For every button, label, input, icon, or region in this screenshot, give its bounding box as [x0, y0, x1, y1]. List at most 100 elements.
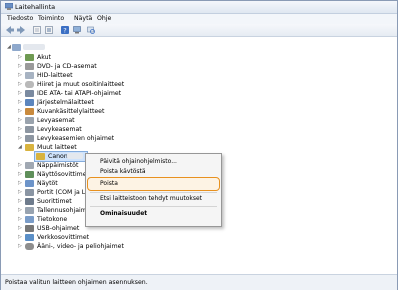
menu-uninstall[interactable]: Poista — [100, 180, 118, 187]
status-bar: Poistaa valitun laitteen ohjaimen asennu… — [1, 274, 397, 290]
floppy-drive-icon — [25, 126, 34, 133]
hid-icon — [25, 72, 34, 79]
menu-properties[interactable]: Ominaisuudet — [100, 210, 147, 217]
network-adapter-icon — [25, 234, 34, 241]
tree-item-label: Näytöt — [37, 179, 58, 187]
usb-icon — [25, 225, 34, 232]
mouse-icon — [25, 81, 34, 88]
storage-controller-icon — [25, 207, 34, 214]
tree-item-label: Tietokone — [37, 215, 68, 223]
expand-arrow-icon[interactable]: ▷ — [18, 135, 24, 142]
tree-item-label: Näyttösovittimet — [37, 170, 89, 178]
display-adapter-icon — [25, 171, 34, 178]
tree-item-label: Ääni-, video- ja peliohjaimet — [37, 242, 124, 250]
back-icon[interactable] — [6, 26, 14, 34]
tree-item-label: Akut — [37, 53, 51, 61]
expand-arrow-icon[interactable]: ▷ — [18, 171, 24, 178]
processor-icon — [25, 198, 34, 205]
toolbar: ? — [1, 24, 397, 37]
tree-item[interactable]: ▷ HID-laitteet — [1, 71, 301, 80]
menu-view[interactable]: Näytä — [74, 15, 92, 22]
tree-item-label: USB-ohjaimet — [37, 224, 80, 232]
tree-item-label: HID-laitteet — [37, 71, 73, 79]
device-manager-icon — [4, 2, 14, 10]
expand-arrow-icon[interactable]: ▷ — [18, 216, 24, 223]
device-model-redacted — [67, 153, 83, 159]
unknown-device-icon — [36, 153, 45, 160]
expand-arrow-icon[interactable]: ▷ — [18, 243, 24, 250]
menu-separator — [90, 206, 217, 207]
computer-name-redacted — [23, 44, 45, 50]
system-devices-icon — [25, 99, 34, 106]
svg-text:?: ? — [63, 27, 66, 34]
window-title: Laitehallinta — [15, 3, 56, 11]
other-devices-icon — [25, 144, 34, 151]
expand-arrow-icon[interactable]: ▷ — [18, 81, 24, 88]
floppy-controller-icon — [25, 135, 34, 142]
expand-arrow-icon[interactable]: ▷ — [18, 180, 24, 187]
expand-arrow-icon[interactable]: ▷ — [18, 189, 24, 196]
tree-item-label: DVD- ja CD-asemat — [37, 62, 97, 70]
expand-arrow-icon[interactable]: ▷ — [18, 198, 24, 205]
title-bar: Laitehallinta — [1, 1, 397, 14]
disk-drive-icon — [25, 117, 34, 124]
properties-icon[interactable] — [33, 26, 41, 34]
tree-item-label: IDE ATA- tai ATAPI-ohjaimet — [37, 89, 122, 97]
expand-arrow-icon[interactable]: ▷ — [18, 117, 24, 124]
expand-arrow-icon[interactable]: ▷ — [18, 63, 24, 70]
menu-help[interactable]: Ohje — [97, 15, 111, 22]
tree-item-label: Suorittimet — [37, 197, 72, 205]
tree-item-label: Levykeasemien ohjaimet — [37, 134, 115, 142]
tree-item-label: Näppäimistöt — [37, 161, 79, 169]
tree-item-label: Verkkosovittimet — [37, 233, 90, 241]
tree-item[interactable]: ▷ Kuvankäsittelylaitteet — [1, 107, 301, 116]
menu-disable[interactable]: Poista käytöstä — [100, 168, 146, 173]
menu-action[interactable]: Toiminto — [38, 15, 64, 22]
expand-arrow-icon[interactable]: ▷ — [18, 90, 24, 97]
imaging-device-icon — [25, 108, 34, 115]
menu-separator — [90, 192, 217, 193]
tree-item-label: Muut laitteet — [37, 143, 77, 151]
expand-arrow-icon[interactable]: ▷ — [18, 234, 24, 241]
tree-item[interactable]: ▷ Verkkosovittimet — [1, 233, 301, 242]
list-icon[interactable] — [45, 26, 53, 34]
expand-arrow-icon[interactable]: ▷ — [18, 72, 24, 79]
monitor-icon — [25, 180, 34, 187]
tree-child-label: Canon — [48, 152, 68, 160]
expand-arrow-icon[interactable]: ▷ — [18, 126, 24, 133]
menu-bar: Tiedosto Toiminto Näytä Ohje — [1, 14, 397, 24]
tree-item[interactable]: ▷ Hiiret ja muut osoitinlaitteet — [1, 80, 301, 89]
tree-item[interactable]: ▷ Akut — [1, 53, 301, 62]
tree-item-label: Portit (COM ja LP — [37, 188, 89, 196]
computer-icon[interactable] — [73, 26, 81, 34]
tree-root[interactable]: ◢ — [1, 43, 301, 52]
expand-arrow-icon[interactable]: ▷ — [18, 108, 24, 115]
keyboard-icon — [25, 162, 34, 169]
computer-icon — [12, 44, 21, 51]
expand-arrow-icon[interactable]: ▷ — [18, 225, 24, 232]
context-menu: Päivitä ohjainohjelmisto... Poista käytö… — [85, 153, 222, 227]
scan-icon[interactable] — [87, 26, 95, 34]
menu-scan-hardware[interactable]: Etsi laitteistoon tehdyt muutokset — [100, 195, 202, 202]
tree-item-label: Kuvankäsittelylaitteet — [37, 107, 105, 115]
forward-icon[interactable] — [17, 26, 25, 34]
tree-item[interactable]: ▷ Levyasemat — [1, 116, 301, 125]
expand-arrow-icon[interactable]: ▷ — [18, 99, 24, 106]
sound-icon — [25, 243, 34, 250]
menu-update-driver[interactable]: Päivitä ohjainohjelmisto... — [100, 158, 177, 165]
tree-item-label: Järjestelmälaitteet — [37, 98, 94, 106]
tree-item[interactable]: ▷ DVD- ja CD-asemat — [1, 62, 301, 71]
expand-arrow-icon[interactable]: ▷ — [18, 54, 24, 61]
tree-item[interactable]: ▷ IDE ATA- tai ATAPI-ohjaimet — [1, 89, 301, 98]
help-icon[interactable]: ? — [61, 26, 69, 35]
tree-item-label: Levyasemat — [37, 116, 75, 124]
tree-item[interactable]: ▷ Levykeasemien ohjaimet — [1, 134, 301, 143]
tree-item[interactable]: ▷ Levykeasemat — [1, 125, 301, 134]
collapse-arrow-icon[interactable]: ◢ — [18, 144, 24, 151]
tree-item[interactable]: ▷ Ääni-, video- ja peliohjaimet — [1, 242, 301, 251]
tree-item[interactable]: ▷ Järjestelmälaitteet — [1, 98, 301, 107]
expand-arrow-icon[interactable]: ▷ — [18, 207, 24, 214]
device-manager-window: Laitehallinta Tiedosto Toiminto Näytä Oh… — [0, 0, 398, 290]
menu-file[interactable]: Tiedosto — [7, 15, 33, 22]
expand-arrow-icon[interactable]: ▷ — [18, 162, 24, 169]
